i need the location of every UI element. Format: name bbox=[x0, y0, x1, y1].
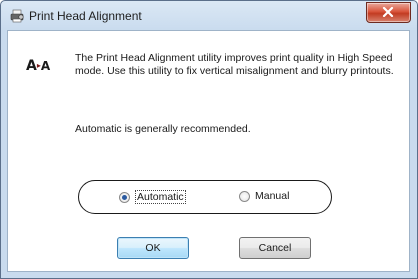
radio-manual-label[interactable]: Manual bbox=[255, 190, 289, 202]
printer-gear-icon bbox=[10, 9, 24, 23]
radio-unselected-icon[interactable] bbox=[239, 190, 250, 202]
radio-manual[interactable]: Manual bbox=[239, 190, 289, 202]
radio-selected-icon[interactable] bbox=[119, 191, 130, 203]
recommendation-text: Automatic is generally recommended. bbox=[75, 123, 251, 135]
ok-button[interactable]: OK bbox=[117, 237, 189, 259]
description-text: The Print Head Alignment utility improve… bbox=[75, 52, 394, 77]
mode-option-group bbox=[78, 180, 332, 214]
window-title: Print Head Alignment bbox=[29, 9, 142, 23]
cancel-button[interactable]: Cancel bbox=[239, 237, 311, 259]
close-button[interactable] bbox=[366, 2, 411, 23]
title-bar[interactable]: Print Head Alignment bbox=[1, 1, 417, 31]
radio-automatic[interactable]: Automatic bbox=[119, 190, 186, 204]
close-icon bbox=[382, 7, 394, 17]
radio-automatic-label[interactable]: Automatic bbox=[135, 190, 186, 204]
alignment-logo-icon: A▸A bbox=[26, 58, 51, 74]
